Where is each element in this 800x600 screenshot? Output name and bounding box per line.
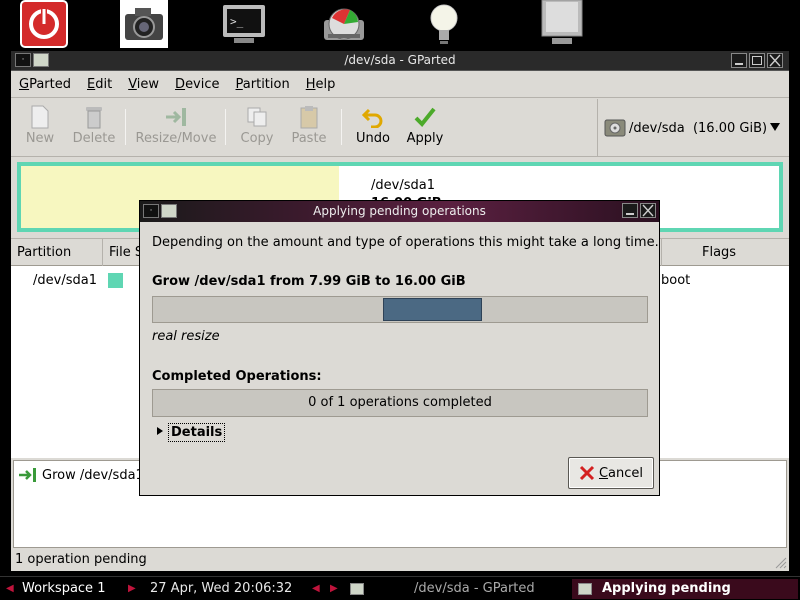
operation-progress-bar (152, 296, 648, 323)
partition-row-flags: boot (661, 273, 691, 288)
undo-button[interactable]: Undo (349, 103, 397, 153)
power-icon[interactable] (20, 0, 68, 48)
toolbar-separator (125, 109, 126, 145)
window-titlebar[interactable]: · /dev/sda - GParted (11, 51, 789, 71)
workspace-label[interactable]: Workspace 1 (22, 579, 105, 599)
toolbar-separator (341, 109, 342, 145)
dialog-close-icon[interactable] (640, 203, 656, 218)
menu-help[interactable]: Help (306, 77, 336, 92)
harddisk-icon (604, 117, 626, 139)
paste-icon (285, 103, 333, 131)
lightbulb-icon[interactable] (420, 0, 468, 48)
new-document-icon (17, 103, 63, 131)
menu-view[interactable]: View (128, 77, 159, 92)
apply-button[interactable]: Apply (401, 103, 449, 153)
task-next-icon[interactable]: ▶ (330, 579, 338, 599)
disk-usage-icon[interactable] (320, 0, 368, 48)
partition-graph-label: /dev/sda1 (371, 178, 435, 193)
copy-button[interactable]: Copy (233, 103, 281, 153)
dialog-title: Applying pending operations (313, 204, 486, 218)
close-icon[interactable] (767, 53, 783, 68)
expander-arrow-icon (156, 425, 164, 440)
dropdown-arrow-icon (769, 121, 781, 136)
resize-move-icon (133, 103, 219, 131)
clock: 27 Apr, Wed 20:06:32 (150, 581, 293, 596)
cancel-button[interactable]: Cancel (568, 457, 654, 489)
terminal-icon[interactable]: >_ (220, 0, 268, 48)
column-flags[interactable]: Flags (661, 239, 789, 266)
applying-operations-dialog: · Applying pending operations Depending … (139, 200, 660, 496)
task-applying: Applying pending operations (602, 581, 731, 596)
device-selector[interactable]: /dev/sda (16.00 GiB) (597, 99, 789, 157)
details-expander[interactable]: Details (156, 423, 226, 442)
menubar: GParted Edit View Device Partition Help (11, 72, 789, 98)
menu-device[interactable]: Device (175, 77, 219, 92)
delete-button[interactable]: Delete (69, 103, 119, 153)
taskbar: ◀ Workspace 1 ▶ 27 Apr, Wed 20:06:32 ◀ ▶… (0, 576, 800, 600)
status-bar: 1 operation pending (15, 552, 147, 567)
trash-icon (69, 103, 119, 131)
pending-operation-item[interactable]: Grow /dev/sda1 (18, 467, 144, 483)
task-gparted-icon (350, 579, 366, 599)
partition-row-name[interactable]: /dev/sda1 (33, 273, 97, 288)
copy-icon (233, 103, 281, 131)
minimize-icon[interactable] (731, 53, 747, 68)
dialog-minimize-icon[interactable] (622, 203, 638, 218)
checkmark-icon (401, 103, 449, 131)
resize-grip-icon[interactable] (773, 555, 787, 569)
undo-icon (349, 103, 397, 131)
workspace-next-icon[interactable]: ▶ (128, 579, 136, 599)
completed-operations-bar: 0 of 1 operations completed (152, 389, 648, 417)
cancel-x-icon (579, 465, 595, 481)
current-operation-label: Grow /dev/sda1 from 7.99 GiB to 16.00 Gi… (152, 274, 466, 289)
toolbar: New Delete Resize/Move Copy Paste Undo A… (11, 99, 789, 157)
monitor-icon[interactable] (538, 0, 586, 48)
new-button[interactable]: New (17, 103, 63, 153)
column-partition[interactable]: Partition (11, 239, 103, 266)
progress-pulse-block (383, 298, 482, 321)
paste-button[interactable]: Paste (285, 103, 333, 153)
desktop: >_ · /dev/sda - GParted GParted Edit Vie… (0, 0, 800, 600)
dialog-titlebar[interactable]: · Applying pending operations (140, 201, 659, 222)
operation-substatus: real resize (152, 329, 220, 344)
toolbar-separator (225, 109, 226, 145)
completed-operations-label: Completed Operations: (152, 369, 322, 384)
task-gparted[interactable]: /dev/sda - GParted (414, 579, 535, 599)
menu-partition[interactable]: Partition (236, 77, 290, 92)
filesystem-color-swatch (108, 273, 123, 288)
svg-text:>_: >_ (230, 15, 244, 28)
menu-gparted[interactable]: GParted (19, 77, 71, 92)
resize-move-icon (18, 467, 38, 483)
resize-move-button[interactable]: Resize/Move (133, 103, 219, 153)
workspace-prev-icon[interactable]: ◀ (6, 579, 14, 599)
task-prev-icon[interactable]: ◀ (312, 579, 320, 599)
camera-icon[interactable] (120, 0, 168, 48)
window-title: /dev/sda - GParted (344, 53, 456, 67)
maximize-icon[interactable] (749, 53, 765, 68)
dialog-intro-text: Depending on the amount and type of oper… (152, 235, 659, 250)
task-applying-icon (578, 579, 594, 599)
menu-edit[interactable]: Edit (87, 77, 112, 92)
